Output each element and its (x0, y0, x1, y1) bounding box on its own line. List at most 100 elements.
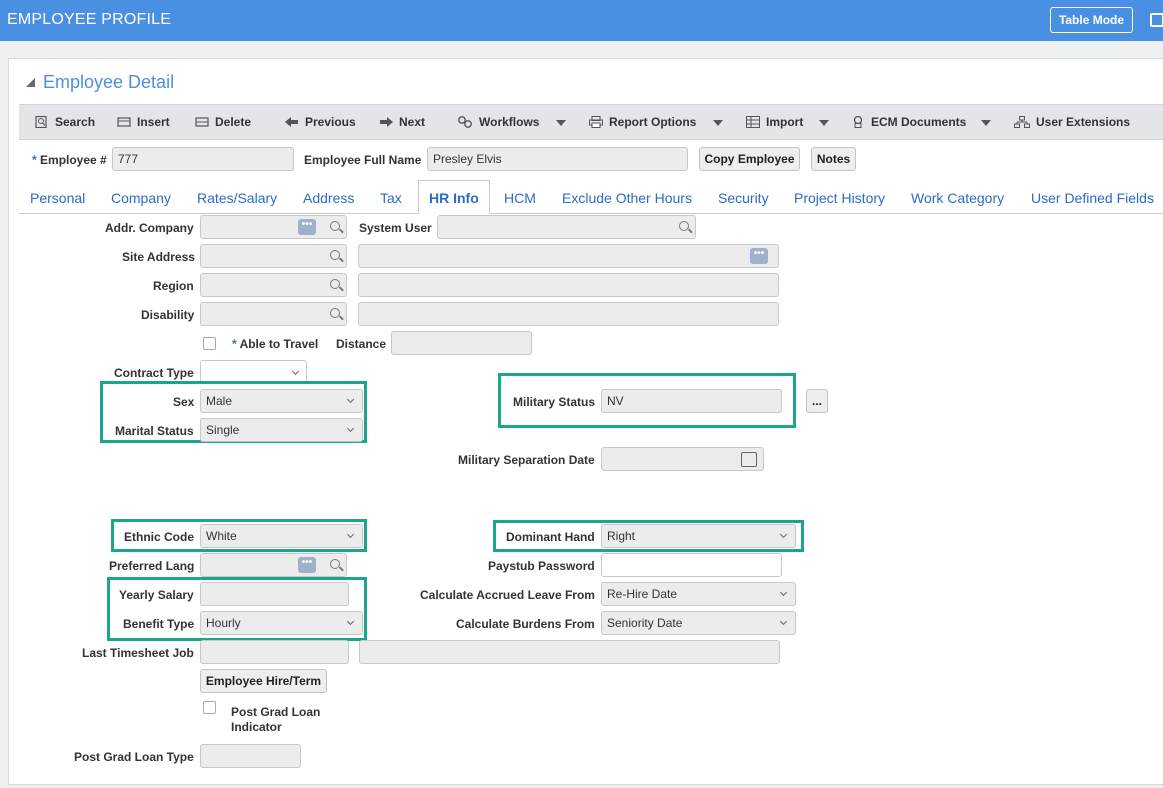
ellipsis-icon[interactable]: ••• (298, 219, 316, 235)
site-address-description-field[interactable]: ••• (358, 244, 779, 268)
save-icon[interactable] (1150, 13, 1163, 27)
search-icon[interactable] (330, 279, 340, 289)
search-icon[interactable] (330, 308, 340, 318)
dominant-hand-label: Dominant Hand (506, 530, 595, 544)
preferred-lang-label: Preferred Lang (109, 559, 195, 573)
distance-field[interactable] (391, 331, 532, 355)
calendar-icon[interactable] (741, 452, 757, 467)
able-to-travel-label-text: Able to Travel (239, 337, 319, 351)
workflows-caret-icon[interactable] (556, 120, 566, 126)
addr-company-field[interactable]: ••• (200, 215, 347, 239)
import-button-label: Import (766, 115, 804, 129)
search-icon[interactable] (330, 250, 340, 260)
region-field[interactable] (200, 273, 347, 297)
employee-hire-term-button[interactable]: Employee Hire/Term (200, 669, 327, 693)
paystub-password-field[interactable] (601, 553, 782, 577)
distance-label: Distance (336, 337, 387, 351)
search-button[interactable]: Search (35, 105, 95, 139)
tab-hr-info[interactable]: HR Info (418, 180, 490, 214)
gears-icon (458, 115, 472, 128)
tab-security[interactable]: Security (718, 190, 769, 206)
tab-project-history[interactable]: Project History (794, 190, 885, 206)
previous-button[interactable]: Previous (285, 105, 356, 139)
dominant-hand-select[interactable]: Right (601, 524, 796, 548)
workflows-button-label: Workflows (479, 115, 540, 129)
table-mode-button[interactable]: Table Mode (1050, 7, 1133, 33)
military-status-label: Military Status (513, 395, 596, 409)
tab-address[interactable]: Address (303, 190, 354, 206)
preferred-lang-field[interactable]: ••• (200, 553, 347, 577)
disability-field[interactable] (200, 302, 347, 326)
report-options-button-label: Report Options (609, 115, 697, 129)
import-button[interactable]: Import (746, 105, 803, 139)
insert-button[interactable]: Insert (117, 105, 170, 139)
workflows-button[interactable]: Workflows (457, 105, 539, 139)
ethnic-code-label: Ethnic Code (124, 530, 195, 544)
employee-fullname-field[interactable]: Presley Elvis (427, 147, 688, 171)
previous-button-label: Previous (305, 115, 356, 129)
ellipsis-icon[interactable]: ••• (750, 248, 768, 264)
insert-icon (117, 117, 131, 127)
able-to-travel-label: * Able to Travel (232, 337, 318, 351)
marital-status-label: Marital Status (115, 424, 194, 438)
tab-user-defined-fields[interactable]: User Defined Fields (1031, 190, 1154, 206)
military-separation-date-label: Military Separation Date (458, 453, 595, 467)
tab-rates-salary[interactable]: Rates/Salary (197, 190, 277, 206)
ethnic-code-select[interactable]: White (200, 524, 363, 548)
collapse-triangle-icon[interactable] (26, 78, 35, 87)
employee-number-label: * Employee # (32, 153, 107, 167)
search-icon[interactable] (330, 221, 340, 231)
system-user-field[interactable] (437, 215, 696, 239)
search-icon[interactable] (330, 559, 340, 569)
marital-status-select[interactable]: Single (200, 418, 363, 442)
disability-description-field (358, 302, 779, 326)
user-extensions-button[interactable]: User Extensions (1014, 105, 1130, 139)
ecm-documents-button[interactable]: ECM Documents (851, 105, 966, 139)
benefit-type-label: Benefit Type (123, 617, 195, 631)
notes-button[interactable]: Notes (811, 147, 856, 171)
yearly-salary-field[interactable] (200, 582, 349, 606)
military-separation-date-field[interactable] (601, 447, 764, 471)
sex-select[interactable]: Male (200, 389, 363, 413)
report-options-caret-icon[interactable] (713, 120, 723, 126)
calc-accrued-select[interactable]: Re-Hire Date (601, 582, 796, 606)
tab-exclude-other-hours[interactable]: Exclude Other Hours (562, 190, 692, 206)
delete-button[interactable]: Delete (195, 105, 251, 139)
paystub-password-label: Paystub Password (488, 559, 595, 573)
tab-tax[interactable]: Tax (380, 190, 402, 206)
search-icon[interactable] (679, 221, 689, 231)
benefit-type-select[interactable]: Hourly (200, 611, 363, 635)
region-description-field (358, 273, 779, 297)
military-status-more-button[interactable]: ... (806, 389, 828, 413)
post-grad-loan-type-field[interactable] (200, 744, 301, 768)
copy-employee-button[interactable]: Copy Employee (699, 147, 800, 171)
tab-personal[interactable]: Personal (30, 190, 85, 206)
printer-icon (589, 115, 603, 128)
post-grad-loan-indicator-label-line1: Post Grad Loan (231, 705, 321, 719)
disability-label: Disability (141, 308, 195, 322)
report-options-button[interactable]: Report Options (589, 105, 696, 139)
post-grad-loan-indicator-checkbox[interactable] (203, 701, 216, 714)
last-timesheet-job-label: Last Timesheet Job (82, 646, 194, 660)
ellipsis-icon[interactable]: ••• (298, 557, 316, 573)
tab-company[interactable]: Company (111, 190, 171, 206)
search-button-label: Search (55, 115, 96, 129)
employee-fullname-label: Employee Full Name (304, 153, 422, 167)
tab-hcm[interactable]: HCM (504, 190, 536, 206)
post-grad-loan-type-label: Post Grad Loan Type (74, 750, 194, 764)
able-to-travel-checkbox[interactable] (203, 337, 216, 350)
next-button[interactable]: Next (379, 105, 425, 139)
ecm-documents-button-label: ECM Documents (871, 115, 967, 129)
military-status-field[interactable]: NV (601, 389, 782, 413)
delete-icon (195, 117, 209, 127)
tab-work-category[interactable]: Work Category (911, 190, 1004, 206)
arrow-right-icon (380, 116, 393, 127)
import-caret-icon[interactable] (819, 120, 829, 126)
ecm-documents-caret-icon[interactable] (981, 120, 991, 126)
site-address-field[interactable] (200, 244, 347, 268)
search-doc-icon (35, 115, 47, 128)
region-label: Region (153, 279, 194, 293)
calc-burdens-select[interactable]: Seniority Date (601, 611, 796, 635)
employee-number-field[interactable]: 777 (112, 147, 294, 171)
chevron-down-icon (291, 367, 300, 376)
